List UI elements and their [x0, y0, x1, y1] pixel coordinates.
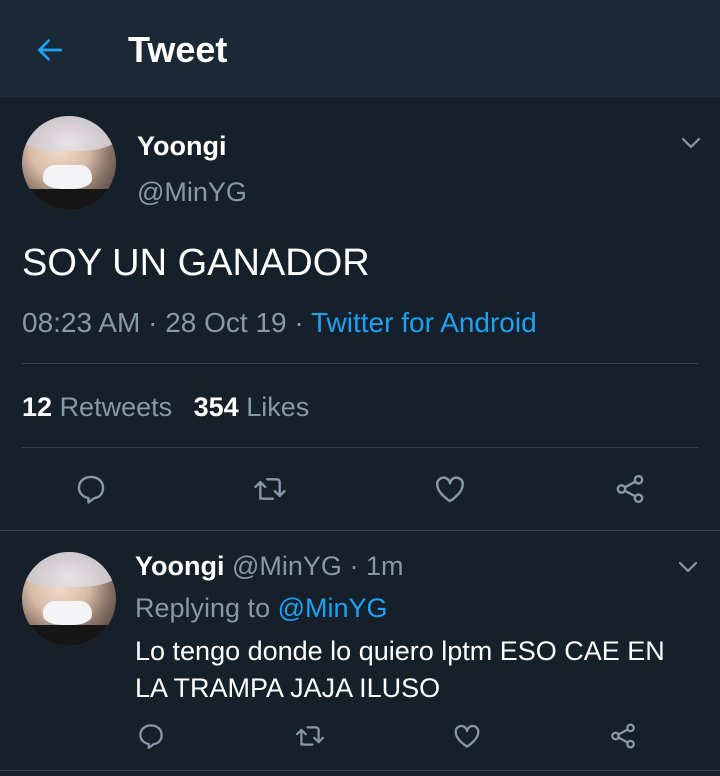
replying-handle-link[interactable]: @MinYG: [278, 593, 388, 623]
likes-label: Likes: [246, 392, 310, 422]
reply-like-button[interactable]: [449, 718, 485, 754]
like-button[interactable]: [429, 468, 471, 510]
meta-separator: ·: [294, 307, 304, 338]
reply-text-line-1: Lo tengo donde lo quiero lptm ESO CAE EN: [135, 636, 665, 666]
likes-count: 354: [193, 392, 239, 422]
reply-separator: ·: [349, 551, 359, 581]
reply-share-button[interactable]: [605, 718, 641, 754]
tweet-date: 28 Oct 19: [165, 307, 287, 338]
share-icon: [616, 474, 644, 504]
reply-author-handle[interactable]: @MinYG: [232, 551, 342, 581]
reply-text-line-2: LA TRAMPA JAJA ILUSO: [135, 673, 441, 703]
arrow-left-icon: [38, 39, 62, 61]
tweet-source-link[interactable]: Twitter for Android: [311, 307, 537, 338]
divider: [22, 363, 698, 364]
page-title: Tweet: [128, 29, 228, 70]
heart-icon: [454, 724, 480, 748]
meta-separator: ·: [148, 307, 158, 338]
retweet-icon: [295, 726, 325, 746]
reply-icon: [139, 724, 163, 749]
retweets-stat[interactable]: 12 Retweets: [22, 392, 180, 422]
tweet-time: 08:23 AM: [22, 307, 141, 338]
divider: [0, 770, 720, 771]
retweets-label: Retweets: [59, 392, 173, 422]
reply-header: Yoongi @MinYG · 1m: [135, 550, 403, 582]
tweet-stats: 12 Retweets 354 Likes: [22, 390, 309, 424]
reply-avatar[interactable]: [22, 552, 116, 646]
reply-author-name[interactable]: Yoongi: [135, 551, 224, 581]
author-name[interactable]: Yoongi: [137, 130, 226, 162]
replying-to: Replying to @MinYG: [135, 592, 388, 624]
divider: [22, 447, 698, 448]
share-icon: [611, 723, 635, 749]
retweets-count: 12: [22, 392, 53, 422]
retweet-icon: [254, 478, 286, 500]
share-button[interactable]: [609, 468, 651, 510]
reply-time: 1m: [365, 551, 404, 581]
divider: [0, 530, 720, 531]
reply-button[interactable]: [70, 468, 112, 510]
back-button[interactable]: [30, 30, 70, 70]
reply-icon: [77, 475, 105, 504]
tweet-text: SOY UN GANADOR: [22, 242, 370, 284]
reply-chevron-down-icon[interactable]: [676, 555, 700, 579]
top-app-bar: Tweet: [0, 0, 720, 99]
avatar[interactable]: [22, 116, 116, 210]
replying-label: Replying to: [135, 593, 271, 623]
author-handle[interactable]: @MinYG: [137, 176, 247, 208]
heart-icon: [436, 476, 464, 503]
chevron-down-icon[interactable]: [679, 131, 703, 155]
likes-stat[interactable]: 354 Likes: [194, 392, 310, 422]
reply-retweet-button[interactable]: [292, 718, 328, 754]
reply-reply-button[interactable]: [133, 718, 169, 754]
retweet-button[interactable]: [249, 468, 291, 510]
tweet-meta: 08:23 AM · 28 Oct 19 · Twitter for Andro…: [22, 306, 537, 340]
